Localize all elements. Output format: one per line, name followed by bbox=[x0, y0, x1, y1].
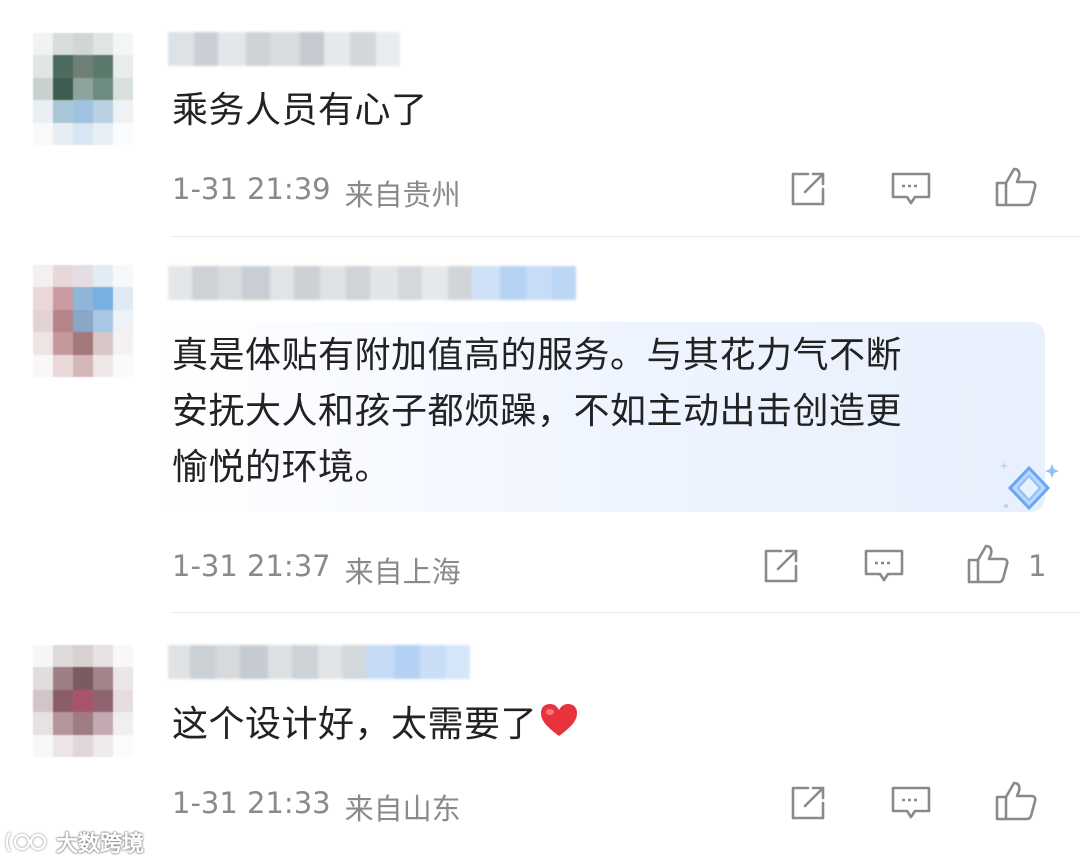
like-icon bbox=[967, 544, 1009, 584]
like-count: 1 bbox=[1028, 549, 1047, 583]
heart-emoji bbox=[541, 704, 578, 736]
share-icon bbox=[764, 549, 798, 583]
comment-date: 1-31 21:37 bbox=[172, 549, 331, 583]
nickname[interactable] bbox=[168, 266, 576, 300]
comment-text-line: 愉悦的环境。 bbox=[172, 447, 392, 488]
like-button[interactable] bbox=[966, 542, 1010, 586]
comment-meta: 1-31 21:39 来自贵州 bbox=[172, 172, 461, 214]
comment-text: 这个设计好，太需要了 bbox=[172, 697, 579, 753]
like-icon bbox=[995, 167, 1037, 207]
like-icon bbox=[995, 781, 1037, 821]
comment-location: 来自山东 bbox=[344, 792, 461, 826]
comment-text-body: 这个设计好，太需要了 bbox=[172, 704, 538, 745]
comment-text: 乘务人员有心了 bbox=[172, 90, 428, 131]
divider bbox=[172, 236, 1080, 237]
share-button[interactable] bbox=[786, 781, 830, 825]
avatar[interactable] bbox=[33, 645, 133, 757]
share-icon bbox=[791, 172, 825, 206]
reply-button[interactable] bbox=[889, 781, 933, 825]
watermark-text: 大数跨境 bbox=[56, 832, 145, 857]
comment-meta: 1-31 21:37 来自上海 bbox=[172, 549, 461, 591]
comment-text-line: 真是体贴有附加值高的服务。与其花力气不断 bbox=[172, 335, 903, 376]
reply-button[interactable] bbox=[862, 544, 906, 588]
like-button[interactable] bbox=[994, 165, 1038, 209]
like-button[interactable] bbox=[994, 779, 1038, 823]
watermark-logo-icon bbox=[5, 832, 47, 852]
comment-location: 来自贵州 bbox=[344, 178, 461, 212]
comment-icon bbox=[864, 549, 904, 582]
comment-icon bbox=[891, 172, 931, 205]
share-icon bbox=[791, 786, 825, 820]
share-button[interactable] bbox=[759, 544, 803, 588]
watermark: 大数跨境 bbox=[4, 826, 144, 858]
comment-text-line: 安抚大人和孩子都烦躁，不如主动出击创造更 bbox=[172, 391, 903, 432]
comment-location: 来自上海 bbox=[344, 555, 461, 589]
comment-date: 1-31 21:33 bbox=[172, 786, 331, 820]
avatar[interactable] bbox=[33, 265, 133, 377]
comment-date: 1-31 21:39 bbox=[172, 172, 331, 206]
reply-button[interactable] bbox=[889, 167, 933, 211]
diamond-badge-icon bbox=[996, 460, 1062, 516]
share-button[interactable] bbox=[786, 167, 830, 211]
comment-icon bbox=[891, 786, 931, 819]
nickname[interactable] bbox=[168, 645, 470, 679]
comment-text: 真是体贴有附加值高的服务。与其花力气不断 安抚大人和孩子都烦躁，不如主动出击创造… bbox=[172, 328, 902, 496]
divider bbox=[172, 612, 1080, 613]
comment-feed: 乘务人员有心了 1-31 21:39 来自贵州 真是体贴有附加值高的服务。与其花… bbox=[0, 0, 1080, 863]
avatar[interactable] bbox=[33, 33, 133, 145]
comment-meta: 1-31 21:33 来自山东 bbox=[172, 786, 461, 828]
nickname[interactable] bbox=[168, 32, 400, 66]
